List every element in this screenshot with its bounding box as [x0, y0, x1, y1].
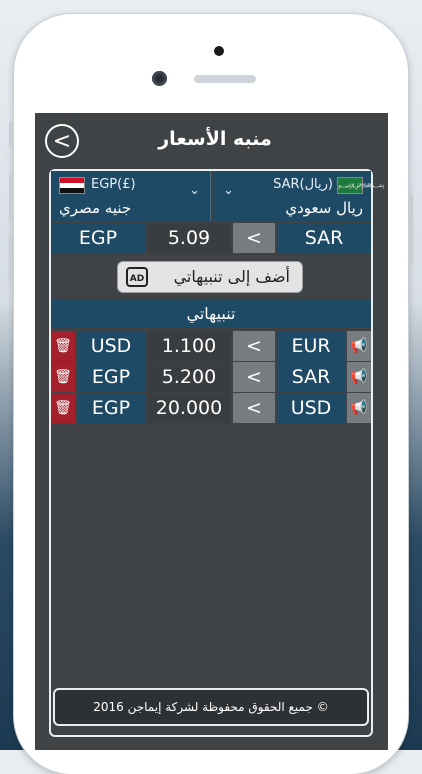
power-button: [408, 194, 413, 264]
megaphone-icon[interactable]: 📢: [347, 393, 371, 423]
add-to-alerts-button[interactable]: AD أضف إلى تنبيهاتي: [117, 261, 303, 293]
rate-value-cell[interactable]: 5.09: [147, 223, 231, 253]
alert-operator: <: [233, 393, 275, 423]
alert-row: 🗑 EGP 5.200 < SAR 📢: [51, 362, 371, 392]
alert-right-code: SAR: [277, 362, 345, 392]
megaphone-icon[interactable]: 📢: [347, 362, 371, 392]
front-camera-icon: [152, 71, 167, 86]
to-currency-cell: SAR: [277, 223, 371, 253]
converter-row: EGP 5.09 < SAR: [51, 223, 371, 253]
currency-name: ريال سعودي: [285, 199, 363, 217]
currency-code: SAR(ريال): [273, 177, 333, 192]
currency-name: جنيه مصري: [59, 199, 132, 217]
app-screen: < منبه الأسعار EGP(£) ⌄ جنيه مصري ﷽ SAR(…: [35, 113, 388, 750]
alert-left-code: EGP: [77, 362, 145, 392]
volume-down-button: [9, 234, 14, 282]
copyright-footer: جميع الحقوق محفوظة لشركة إيماجن 2016 ©: [53, 688, 369, 726]
from-currency-cell: EGP: [51, 223, 145, 253]
trash-icon[interactable]: 🗑: [51, 331, 75, 361]
mute-switch: [9, 122, 14, 148]
alert-row: 🗑 EGP 20.000 < USD 📢: [51, 393, 371, 423]
compare-operator-button[interactable]: <: [233, 223, 275, 253]
alert-right-code: EUR: [277, 331, 345, 361]
proximity-sensor: [214, 46, 224, 56]
saudi-flag-icon: ﷽: [337, 177, 384, 194]
chevron-down-icon: ⌄: [189, 183, 200, 198]
alerts-section-header: تنبيهاتي: [51, 300, 371, 328]
alert-operator: <: [233, 331, 275, 361]
trash-icon[interactable]: 🗑: [51, 393, 75, 423]
earpiece-speaker: [194, 75, 256, 83]
alert-value: 1.100: [147, 331, 231, 361]
volume-up-button: [9, 174, 14, 222]
egypt-flag-icon: [59, 177, 85, 194]
alert-right-code: USD: [277, 393, 345, 423]
currency-code: EGP(£): [91, 177, 136, 192]
currency-selector-to[interactable]: ﷽ SAR(ريال) ⌄ ريال سعودي: [213, 171, 384, 221]
trash-icon[interactable]: 🗑: [51, 362, 75, 392]
ad-icon: AD: [126, 267, 148, 287]
chevron-down-icon: ⌄: [223, 183, 234, 198]
add-to-alerts-label: أضف إلى تنبيهاتي: [173, 267, 290, 286]
alert-value: 20.000: [147, 393, 231, 423]
alert-value: 5.200: [147, 362, 231, 392]
content-frame: [49, 169, 373, 737]
back-button[interactable]: <: [45, 124, 79, 158]
currency-selector-from[interactable]: EGP(£) ⌄ جنيه مصري: [51, 171, 211, 221]
alert-row: 🗑 USD 1.100 < EUR 📢: [51, 331, 371, 361]
alert-operator: <: [233, 362, 275, 392]
page-title: منبه الأسعار: [158, 128, 272, 150]
megaphone-icon[interactable]: 📢: [347, 331, 371, 361]
alert-left-code: EGP: [77, 393, 145, 423]
alert-left-code: USD: [77, 331, 145, 361]
